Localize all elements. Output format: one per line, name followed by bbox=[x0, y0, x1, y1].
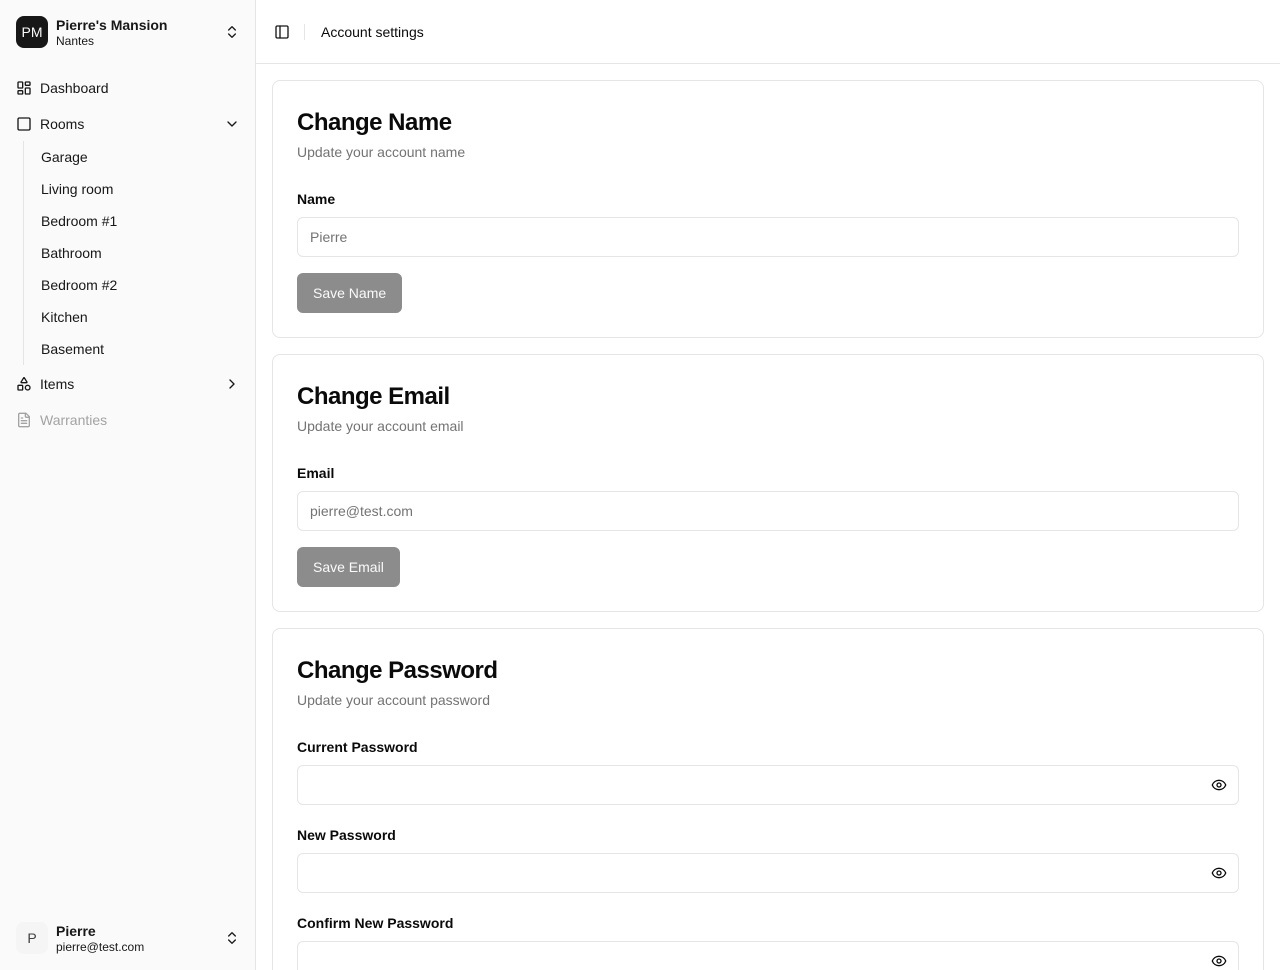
sidebar-item-basement[interactable]: Basement bbox=[33, 335, 233, 363]
layout-dashboard-icon bbox=[17, 81, 31, 95]
top-header: Account settings bbox=[256, 0, 1280, 64]
chevron-down-icon bbox=[227, 121, 237, 127]
avatar: P bbox=[16, 922, 48, 954]
nav-dashboard-label: Dashboard bbox=[40, 80, 109, 96]
sidebar-item-living-room[interactable]: Living room bbox=[33, 175, 233, 203]
save-name-button[interactable]: Save Name bbox=[297, 273, 403, 313]
nav-rooms-label: Rooms bbox=[40, 116, 85, 132]
card-description: Update your account password bbox=[297, 692, 490, 708]
user-email: pierre@test.com bbox=[56, 940, 145, 954]
square-icon bbox=[17, 117, 31, 131]
org-avatar: PM bbox=[16, 16, 48, 48]
current-password-label: Current Password bbox=[297, 739, 418, 755]
sidebar-item-garage[interactable]: Garage bbox=[33, 143, 233, 171]
user-name: Pierre bbox=[56, 923, 96, 939]
new-password-label: New Password bbox=[297, 827, 396, 843]
user-menu[interactable]: P Pierre pierre@test.com bbox=[8, 914, 248, 962]
eye-icon[interactable] bbox=[1211, 865, 1227, 881]
change-password-card: Change Password Update your account pass… bbox=[272, 628, 1264, 970]
org-city: Nantes bbox=[56, 34, 95, 48]
card-title: Change Name bbox=[297, 109, 452, 136]
new-password-input[interactable] bbox=[297, 853, 1239, 893]
save-email-button[interactable]: Save Email bbox=[297, 547, 400, 587]
shapes-icon bbox=[17, 377, 31, 391]
sidebar-item-bathroom[interactable]: Bathroom bbox=[33, 239, 233, 267]
email-label: Email bbox=[297, 465, 335, 481]
nav-rooms[interactable]: Rooms bbox=[8, 108, 248, 140]
change-email-card: Change Email Update your account email E… bbox=[272, 354, 1264, 612]
nav-items-label: Items bbox=[40, 376, 75, 392]
sidebar-item-bedroom-2[interactable]: Bedroom #2 bbox=[33, 271, 233, 299]
room-label: Garage bbox=[41, 149, 88, 165]
room-label: Living room bbox=[41, 181, 114, 197]
panel-left-icon bbox=[275, 25, 289, 39]
name-input[interactable] bbox=[297, 217, 1239, 257]
header-divider bbox=[304, 24, 305, 40]
chevron-right-icon bbox=[229, 379, 235, 389]
org-switcher[interactable]: PM Pierre's Mansion Nantes bbox=[8, 8, 248, 56]
sidebar: PM Pierre's Mansion Nantes Dashboard Roo… bbox=[0, 0, 256, 970]
sidebar-item-bedroom-1[interactable]: Bedroom #1 bbox=[33, 207, 233, 235]
rooms-submenu-line bbox=[23, 141, 24, 365]
change-name-card: Change Name Update your account name Nam… bbox=[272, 80, 1264, 338]
file-text-icon bbox=[18, 412, 30, 428]
nav-items[interactable]: Items bbox=[8, 368, 248, 400]
nav-dashboard[interactable]: Dashboard bbox=[8, 72, 248, 104]
nav-warranties[interactable]: Warranties bbox=[8, 404, 248, 436]
name-label: Name bbox=[297, 191, 336, 207]
room-label: Bathroom bbox=[41, 245, 102, 261]
chevrons-up-down-icon bbox=[228, 932, 236, 944]
room-label: Basement bbox=[41, 341, 105, 357]
eye-icon[interactable] bbox=[1211, 953, 1227, 969]
nav-warranties-label: Warranties bbox=[40, 412, 108, 428]
card-title: Change Email bbox=[297, 383, 450, 410]
room-label: Bedroom #2 bbox=[41, 277, 118, 293]
confirm-password-input[interactable] bbox=[297, 941, 1239, 970]
sidebar-item-kitchen[interactable]: Kitchen bbox=[33, 303, 233, 331]
sidebar-toggle-button[interactable] bbox=[270, 20, 294, 44]
chevrons-up-down-icon bbox=[228, 26, 236, 38]
card-title: Change Password bbox=[297, 657, 498, 684]
current-password-input[interactable] bbox=[297, 765, 1239, 805]
card-description: Update your account email bbox=[297, 418, 464, 434]
eye-icon[interactable] bbox=[1211, 777, 1227, 793]
confirm-password-label: Confirm New Password bbox=[297, 915, 454, 931]
email-input[interactable] bbox=[297, 491, 1239, 531]
org-name: Pierre's Mansion bbox=[56, 17, 168, 33]
card-description: Update your account name bbox=[297, 144, 466, 160]
page-title: Account settings bbox=[321, 24, 424, 40]
room-label: Bedroom #1 bbox=[41, 213, 118, 229]
room-label: Kitchen bbox=[41, 309, 88, 325]
